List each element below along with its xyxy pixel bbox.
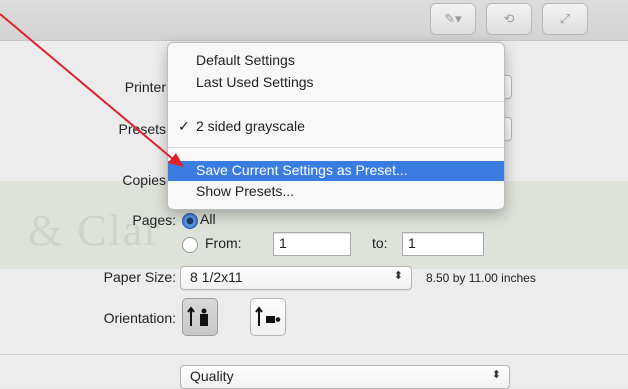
annotation-arrow xyxy=(0,13,184,167)
